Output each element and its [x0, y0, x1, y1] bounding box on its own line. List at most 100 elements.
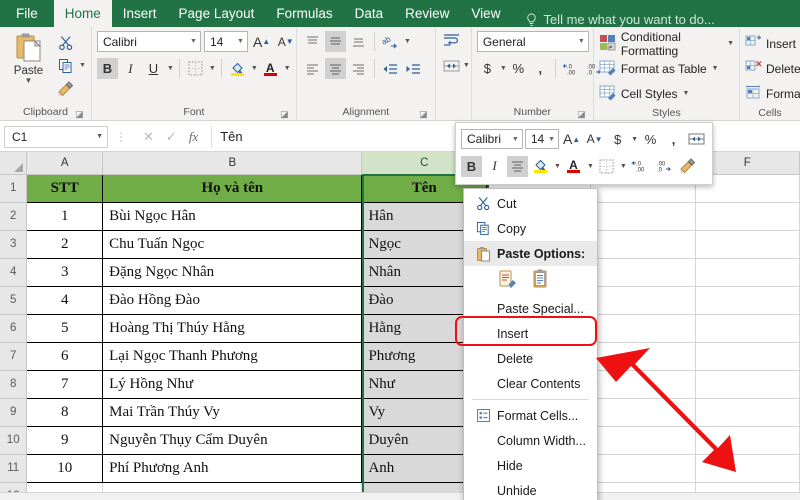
orientation-icon[interactable]: ab — [380, 31, 401, 52]
mini-fill-color-caret[interactable]: ▼ — [554, 163, 561, 170]
alignment-dialog-launcher[interactable]: ◪ — [419, 110, 428, 119]
tab-data[interactable]: Data — [344, 0, 395, 27]
conditional-formatting-caret[interactable]: ▼ — [727, 40, 734, 47]
row-header-11[interactable]: 11 — [0, 454, 28, 483]
tab-review[interactable]: Review — [394, 0, 460, 27]
align-right-icon[interactable] — [348, 58, 369, 79]
cell-e9[interactable] — [590, 398, 696, 427]
row-header-4[interactable]: 4 — [0, 258, 28, 287]
name-box[interactable]: C1 ▼ — [4, 125, 108, 148]
align-top-icon[interactable] — [302, 31, 323, 52]
cell-a2[interactable]: 1 — [26, 202, 104, 231]
merge-center-icon[interactable] — [441, 55, 462, 76]
cut-button[interactable] — [55, 33, 86, 52]
cell-f10[interactable] — [695, 426, 800, 455]
font-size-combo[interactable]: 14 ▼ — [203, 31, 248, 52]
cell-b3[interactable]: Chu Tuấn Ngọc — [102, 230, 363, 259]
cell-b5[interactable]: Đào Hồng Đào — [102, 286, 363, 315]
mini-borders-caret[interactable]: ▼ — [620, 163, 627, 170]
cell-f8[interactable] — [695, 370, 800, 399]
cell-b4[interactable]: Đặng Ngọc Nhân — [102, 258, 363, 287]
cell-e7[interactable] — [590, 342, 696, 371]
mini-font-size-combo[interactable]: 14 ▼ — [524, 129, 560, 149]
decrease-indent-icon[interactable] — [380, 58, 401, 79]
mini-align-center-icon[interactable] — [507, 155, 528, 177]
cell-a8[interactable]: 7 — [26, 370, 104, 399]
cell-e2[interactable] — [590, 202, 696, 231]
currency-caret[interactable]: ▼ — [500, 65, 507, 72]
borders-icon[interactable] — [185, 58, 206, 79]
cell-f11[interactable] — [695, 454, 800, 483]
font-color-caret[interactable]: ▼ — [284, 65, 291, 72]
cell-a6[interactable]: 5 — [26, 314, 104, 343]
clipboard-dialog-launcher[interactable]: ◪ — [75, 110, 84, 119]
mini-font-name-combo[interactable]: Calibri ▼ — [461, 129, 523, 149]
paste-values-icon[interactable] — [530, 268, 550, 292]
grow-font-button[interactable]: A ▲ — [251, 31, 272, 52]
context-menu-item-format-cells[interactable]: Format Cells... — [464, 403, 597, 428]
format-as-table-button[interactable]: Format as Table ▼ — [599, 56, 719, 81]
bold-button[interactable]: B — [96, 58, 118, 79]
mini-increase-decimal-icon[interactable]: .0.00 — [629, 156, 651, 177]
copy-button[interactable]: ▼ — [55, 56, 86, 75]
mini-bold-button[interactable]: B — [461, 155, 482, 177]
tab-insert[interactable]: Insert — [112, 0, 168, 27]
font-dialog-launcher[interactable]: ◪ — [280, 110, 289, 119]
mini-format-painter-icon[interactable] — [677, 156, 699, 177]
paste-button[interactable]: Paste ▼ — [5, 30, 52, 85]
row-header-10[interactable]: 10 — [0, 426, 28, 455]
merge-caret[interactable]: ▼ — [463, 62, 470, 69]
cell-f7[interactable] — [695, 342, 800, 371]
row-header-1[interactable]: 1 — [0, 174, 28, 203]
cell-a4[interactable]: 3 — [26, 258, 104, 287]
formula-bar-grip[interactable]: ⋮ — [112, 130, 130, 144]
cell-b7[interactable]: Lại Ngọc Thanh Phương — [102, 342, 363, 371]
mini-italic-button[interactable]: I — [484, 156, 505, 177]
cell-f6[interactable] — [695, 314, 800, 343]
underline-button[interactable]: U — [143, 58, 164, 79]
mini-comma-button[interactable]: , — [663, 129, 684, 150]
percent-button[interactable]: % — [508, 58, 529, 79]
insert-function-button[interactable]: fx — [189, 129, 198, 145]
mini-font-color-caret[interactable]: ▼ — [587, 163, 594, 170]
row-header-9[interactable]: 9 — [0, 398, 28, 427]
increase-decimal-icon[interactable]: .0.00 — [560, 58, 582, 79]
wrap-text-icon[interactable] — [441, 30, 462, 51]
font-name-combo[interactable]: Calibri ▼ — [96, 31, 201, 52]
context-menu-item-paste-special[interactable]: Paste Special... — [464, 296, 597, 321]
cell-b6[interactable]: Hoàng Thị Thúy Hằng — [102, 314, 363, 343]
format-cells-button[interactable]: Format — [745, 81, 800, 106]
mini-borders-icon[interactable] — [596, 156, 617, 177]
cell-a11[interactable]: 10 — [26, 454, 104, 483]
borders-caret[interactable]: ▼ — [209, 65, 216, 72]
cell-f9[interactable] — [695, 398, 800, 427]
mini-fill-color-button[interactable] — [530, 156, 551, 177]
mini-font-color-button[interactable]: A — [563, 156, 584, 177]
tab-home[interactable]: Home — [53, 0, 112, 27]
context-menu-item-insert[interactable]: Insert — [464, 321, 597, 346]
cancel-entry-button[interactable]: ✕ — [143, 129, 154, 145]
cell-f2[interactable] — [695, 202, 800, 231]
context-menu-item-cut[interactable]: Cut — [464, 191, 597, 216]
cell-a1[interactable]: STT — [26, 174, 104, 203]
cell-a7[interactable]: 6 — [26, 342, 104, 371]
cell-a10[interactable]: 9 — [26, 426, 104, 455]
tab-view[interactable]: View — [460, 0, 511, 27]
number-dialog-launcher[interactable]: ◪ — [577, 110, 586, 119]
mini-merge-center-icon[interactable] — [686, 129, 707, 150]
row-header-7[interactable]: 7 — [0, 342, 28, 371]
number-format-combo[interactable]: General ▼ — [476, 31, 589, 52]
cell-f4[interactable] — [695, 258, 800, 287]
cell-f5[interactable] — [695, 286, 800, 315]
column-header-b[interactable]: B — [102, 152, 363, 175]
row-header-5[interactable]: 5 — [0, 286, 28, 315]
align-bottom-icon[interactable] — [348, 31, 369, 52]
shrink-font-button[interactable]: A ▼ — [275, 31, 296, 52]
mini-percent-button[interactable]: % — [640, 129, 661, 150]
mini-grow-font-button[interactable]: A ▲ — [561, 129, 582, 150]
cell-b9[interactable]: Mai Trần Thúy Vy — [102, 398, 363, 427]
row-header-3[interactable]: 3 — [0, 230, 28, 259]
copy-dropdown-caret[interactable]: ▼ — [79, 62, 86, 69]
format-as-table-caret[interactable]: ▼ — [712, 65, 719, 72]
font-color-button[interactable]: A — [260, 58, 281, 79]
